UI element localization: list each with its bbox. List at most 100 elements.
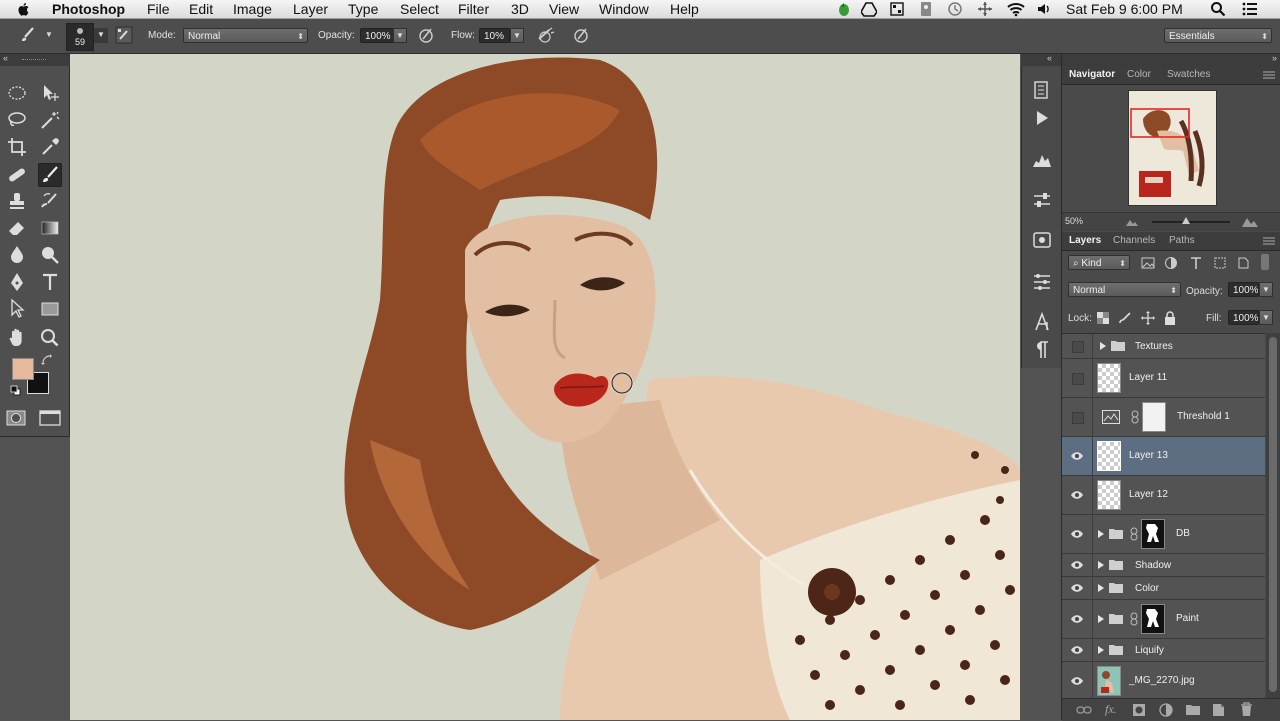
menu-select[interactable]: Select bbox=[400, 0, 439, 18]
healing-brush-tool[interactable] bbox=[5, 163, 29, 187]
tab-paths[interactable]: Paths bbox=[1169, 232, 1195, 250]
move-arrows-icon[interactable] bbox=[977, 1, 993, 17]
tab-channels[interactable]: Channels bbox=[1113, 232, 1155, 250]
gradient-tool[interactable] bbox=[38, 216, 62, 240]
tab-color[interactable]: Color bbox=[1127, 66, 1151, 84]
rectangle-tool[interactable] bbox=[38, 297, 62, 321]
lasso-tool[interactable] bbox=[5, 108, 29, 132]
actions-panel-button[interactable] bbox=[1030, 106, 1054, 130]
expand-icon[interactable]: « bbox=[1047, 53, 1052, 63]
expand-triangle-icon[interactable] bbox=[1098, 561, 1104, 569]
tab-layers[interactable]: Layers bbox=[1069, 232, 1101, 250]
pressure-size-icon[interactable] bbox=[571, 25, 591, 45]
spotlight-search-icon[interactable] bbox=[1210, 1, 1226, 17]
link-chain-icon[interactable] bbox=[1130, 612, 1138, 626]
brush-tool[interactable] bbox=[38, 163, 62, 187]
lock-image-pixels-icon[interactable] bbox=[1119, 312, 1131, 324]
layer-opacity-input[interactable]: 100% bbox=[1228, 282, 1259, 297]
layer-mask-thumbnail[interactable] bbox=[1141, 519, 1165, 549]
layer-row-background-image[interactable]: _MG_2270.jpg bbox=[1062, 662, 1265, 700]
visibility-toggle[interactable] bbox=[1062, 662, 1093, 699]
filter-type-icon[interactable] bbox=[1189, 256, 1203, 270]
delete-layer-trash-icon[interactable] bbox=[1240, 702, 1253, 717]
visibility-toggle[interactable] bbox=[1062, 398, 1093, 436]
expand-triangle-icon[interactable] bbox=[1100, 342, 1106, 350]
visibility-toggle[interactable] bbox=[1062, 600, 1093, 638]
menu-window[interactable]: Window bbox=[599, 0, 649, 18]
expand-triangle-icon[interactable] bbox=[1098, 646, 1104, 654]
fill-dropdown[interactable]: ▼ bbox=[1259, 310, 1273, 325]
menu-view[interactable]: View bbox=[549, 0, 579, 18]
layer-mask-thumbnail[interactable] bbox=[1142, 402, 1166, 432]
layer-row-db[interactable]: DB bbox=[1062, 515, 1265, 554]
toolbox-header[interactable]: « bbox=[0, 53, 70, 66]
new-layer-icon[interactable] bbox=[1212, 703, 1225, 717]
mode-dropdown[interactable]: Normal ⬍ bbox=[183, 28, 308, 43]
elliptical-marquee-tool[interactable] bbox=[5, 81, 29, 105]
zoom-tool[interactable] bbox=[38, 326, 62, 350]
visibility-toggle[interactable] bbox=[1062, 437, 1093, 475]
layer-row-threshold-1[interactable]: Threshold 1 bbox=[1062, 398, 1265, 437]
drag-grip[interactable] bbox=[22, 59, 46, 62]
screen-mode-icon[interactable] bbox=[39, 410, 61, 426]
menu-type[interactable]: Type bbox=[348, 0, 378, 18]
magic-wand-tool[interactable] bbox=[38, 108, 62, 132]
layer-opacity-dropdown[interactable]: ▼ bbox=[1259, 282, 1273, 297]
contacts-icon[interactable] bbox=[918, 1, 934, 17]
zoom-in-mountain-icon[interactable] bbox=[1242, 216, 1258, 227]
link-chain-icon[interactable] bbox=[1131, 410, 1139, 424]
layers-scrollbar[interactable] bbox=[1266, 333, 1280, 698]
filter-shape-icon[interactable] bbox=[1213, 256, 1227, 270]
document-canvas[interactable] bbox=[70, 54, 1020, 720]
panel-menu-icon[interactable] bbox=[1263, 69, 1275, 81]
menu-clock[interactable]: Sat Feb 9 6:00 PM bbox=[1066, 0, 1183, 18]
layer-row-paint[interactable]: Paint bbox=[1062, 600, 1265, 639]
path-selection-tool[interactable] bbox=[5, 297, 29, 321]
zoom-slider-thumb[interactable] bbox=[1182, 217, 1190, 224]
visibility-toggle[interactable] bbox=[1062, 359, 1093, 397]
pressure-opacity-icon[interactable] bbox=[416, 25, 436, 45]
zoom-out-mountain-icon[interactable] bbox=[1126, 218, 1138, 226]
crop-tool[interactable] bbox=[5, 135, 29, 159]
opacity-input[interactable]: 100% bbox=[360, 28, 394, 43]
clone-stamp-tool[interactable] bbox=[5, 189, 29, 213]
time-machine-icon[interactable] bbox=[947, 1, 963, 17]
layer-blend-mode-dropdown[interactable]: Normal ⬍ bbox=[1068, 282, 1181, 297]
new-adjustment-layer-icon[interactable] bbox=[1159, 703, 1173, 717]
layer-row-textures[interactable]: Textures bbox=[1062, 334, 1265, 359]
menu-layer[interactable]: Layer bbox=[293, 0, 328, 18]
zoom-slider-track[interactable] bbox=[1152, 221, 1230, 223]
visibility-toggle[interactable] bbox=[1062, 577, 1093, 599]
eyedropper-tool[interactable] bbox=[38, 135, 62, 159]
default-colors-icon[interactable] bbox=[10, 385, 21, 396]
expand-triangle-icon[interactable] bbox=[1098, 530, 1104, 538]
properties-panel-button[interactable] bbox=[1030, 228, 1054, 252]
evernote-icon[interactable] bbox=[836, 1, 852, 17]
type-tool[interactable] bbox=[38, 270, 62, 294]
notification-center-icon[interactable] bbox=[1242, 1, 1258, 17]
menu-help[interactable]: Help bbox=[670, 0, 699, 18]
navigator-thumbnail[interactable] bbox=[1128, 90, 1217, 206]
hand-tool[interactable] bbox=[5, 326, 29, 350]
filter-smart-object-icon[interactable] bbox=[1236, 256, 1250, 270]
blur-tool[interactable] bbox=[5, 243, 29, 267]
airbrush-icon[interactable] bbox=[535, 25, 555, 45]
histogram-panel-button[interactable] bbox=[1030, 148, 1054, 172]
brush-preset-dropdown[interactable]: ▼ bbox=[42, 28, 56, 43]
adjustments-panel-button[interactable] bbox=[1030, 188, 1054, 212]
brush-preset-icon[interactable] bbox=[18, 25, 38, 45]
layer-filter-kind-dropdown[interactable]: ⌕ Kind ⬍ bbox=[1068, 255, 1130, 270]
new-group-icon[interactable] bbox=[1186, 703, 1200, 716]
filter-toggle-switch[interactable] bbox=[1261, 254, 1269, 270]
visibility-toggle[interactable] bbox=[1062, 639, 1093, 661]
navigator-zoom-value[interactable]: 50% bbox=[1065, 216, 1083, 226]
visibility-toggle[interactable] bbox=[1062, 334, 1093, 358]
collapse-dock-icon[interactable]: » bbox=[1272, 53, 1277, 63]
expand-triangle-icon[interactable] bbox=[1098, 615, 1104, 623]
menu-filter[interactable]: Filter bbox=[458, 0, 489, 18]
scrollbar-thumb[interactable] bbox=[1269, 337, 1277, 692]
tab-navigator[interactable]: Navigator bbox=[1069, 66, 1115, 84]
brush-size-dropdown[interactable]: ▼ bbox=[94, 28, 108, 43]
tab-swatches[interactable]: Swatches bbox=[1167, 66, 1210, 84]
expand-triangle-icon[interactable] bbox=[1098, 584, 1104, 592]
